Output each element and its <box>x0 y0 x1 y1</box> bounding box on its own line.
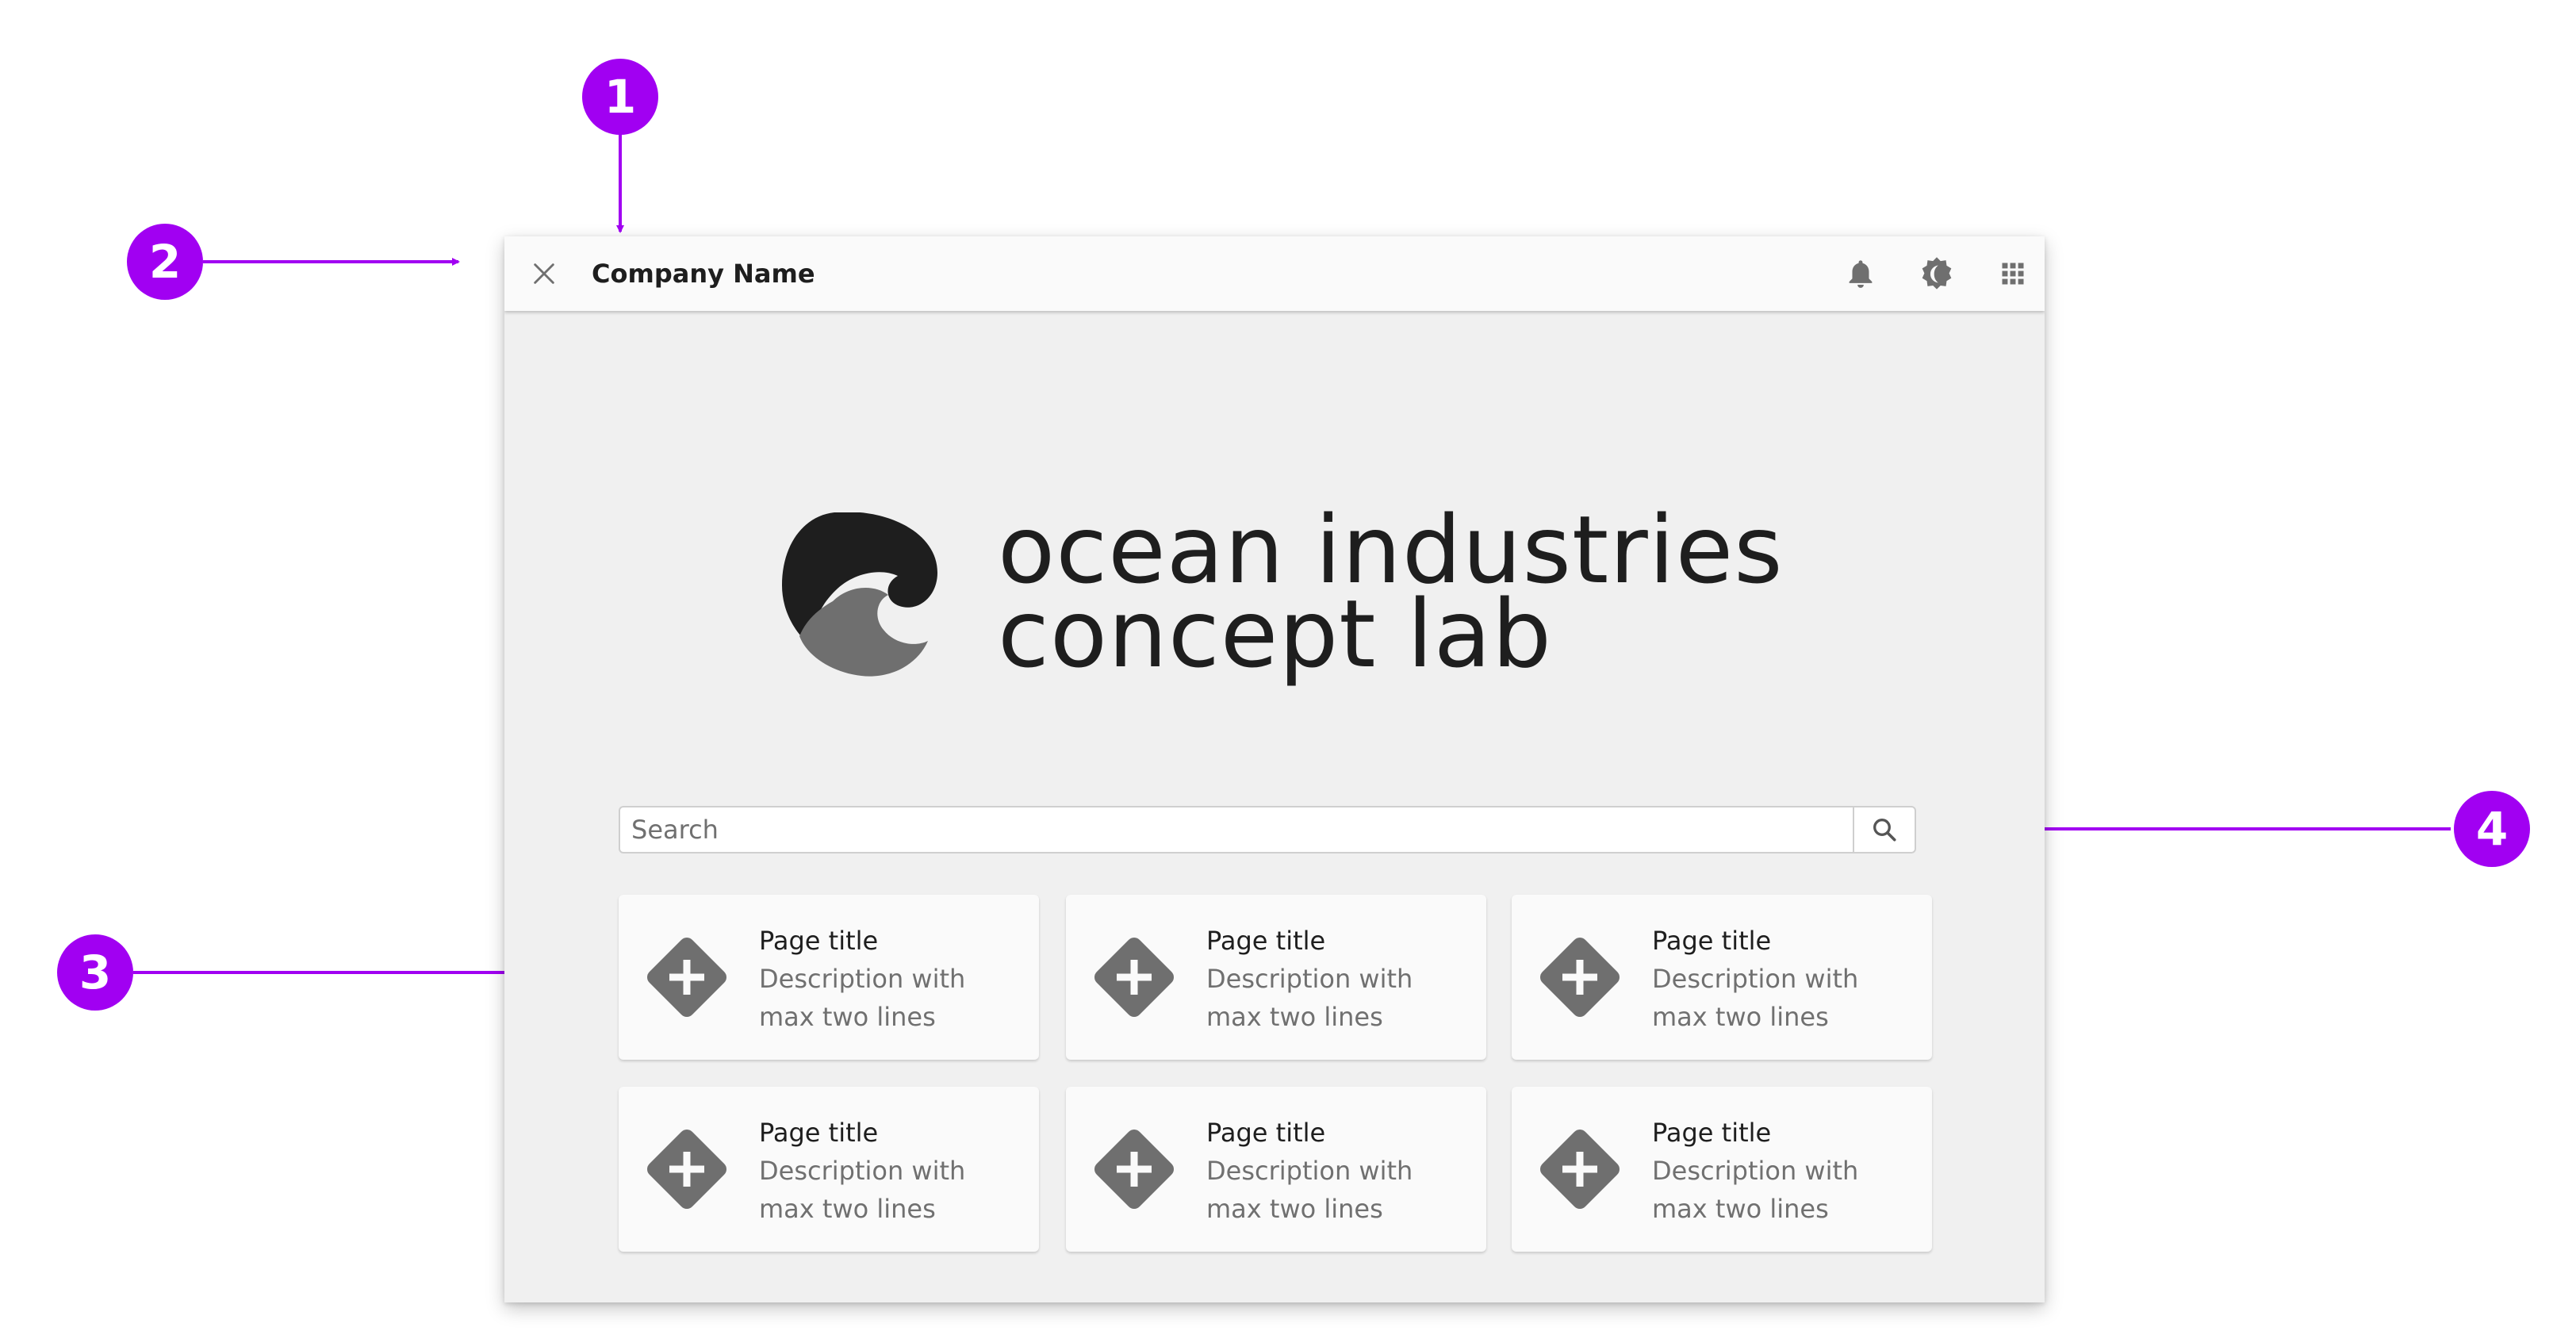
apps-menu-button[interactable] <box>1994 255 2032 293</box>
card-description: Description with max two lines <box>1206 1156 1413 1224</box>
add-diamond-icon <box>1540 1130 1620 1209</box>
card-title: Page title <box>759 1118 879 1148</box>
close-icon <box>534 263 554 284</box>
bell-icon <box>1849 260 1873 288</box>
card-title: Page title <box>1206 1118 1326 1148</box>
card-description: Description with max two lines <box>759 964 966 1032</box>
theme-toggle-icon <box>1922 257 1952 290</box>
search-button[interactable] <box>1853 807 1915 852</box>
apps-grid-icon <box>2002 263 2024 285</box>
annotation-marker-4: 4 <box>2454 791 2530 867</box>
company-logo: ocean industries concept lab <box>782 503 1783 703</box>
add-diamond-icon <box>1094 1130 1174 1209</box>
nav-card[interactable]: Page title Description with max two line… <box>1066 895 1486 1060</box>
card-description: Description with max two lines <box>1652 964 1859 1032</box>
search-bar <box>619 806 1916 853</box>
card-title: Page title <box>1652 1118 1772 1148</box>
top-bar: Company Name <box>504 236 2045 311</box>
card-title: Page title <box>1206 926 1326 956</box>
nav-card[interactable]: Page title Description with max two line… <box>1066 1087 1486 1252</box>
nav-card[interactable]: Page title Description with max two line… <box>1512 895 1932 1060</box>
add-diamond-icon <box>1540 938 1620 1017</box>
logo-wave-icon <box>782 512 937 677</box>
add-diamond-icon <box>647 938 726 1017</box>
annotation-marker-2: 2 <box>127 224 203 300</box>
card-description: Description with max two lines <box>759 1156 966 1224</box>
annotation-marker-1: 1 <box>582 59 658 135</box>
nav-card[interactable]: Page title Description with max two line… <box>619 895 1039 1060</box>
notifications-button[interactable] <box>1842 255 1880 293</box>
app-window: Company Name ocean industries concept la… <box>504 236 2045 1302</box>
nav-card[interactable]: Page title Description with max two line… <box>1512 1087 1932 1252</box>
search-icon <box>1873 819 1896 842</box>
card-description: Description with max two lines <box>1652 1156 1859 1224</box>
add-diamond-icon <box>647 1130 726 1209</box>
theme-toggle-button[interactable] <box>1918 255 1956 293</box>
logo-wordmark: ocean industries concept lab <box>998 503 1784 681</box>
company-name: Company Name <box>592 259 815 289</box>
navigation-cards: Page title Description with max two line… <box>619 895 1932 1260</box>
nav-card[interactable]: Page title Description with max two line… <box>619 1087 1039 1252</box>
search-input[interactable] <box>620 807 1857 852</box>
add-diamond-icon <box>1094 938 1174 1017</box>
card-description: Description with max two lines <box>1206 964 1413 1032</box>
annotation-marker-3: 3 <box>57 934 133 1011</box>
card-title: Page title <box>759 926 879 956</box>
card-title: Page title <box>1652 926 1772 956</box>
close-button[interactable] <box>525 255 563 293</box>
